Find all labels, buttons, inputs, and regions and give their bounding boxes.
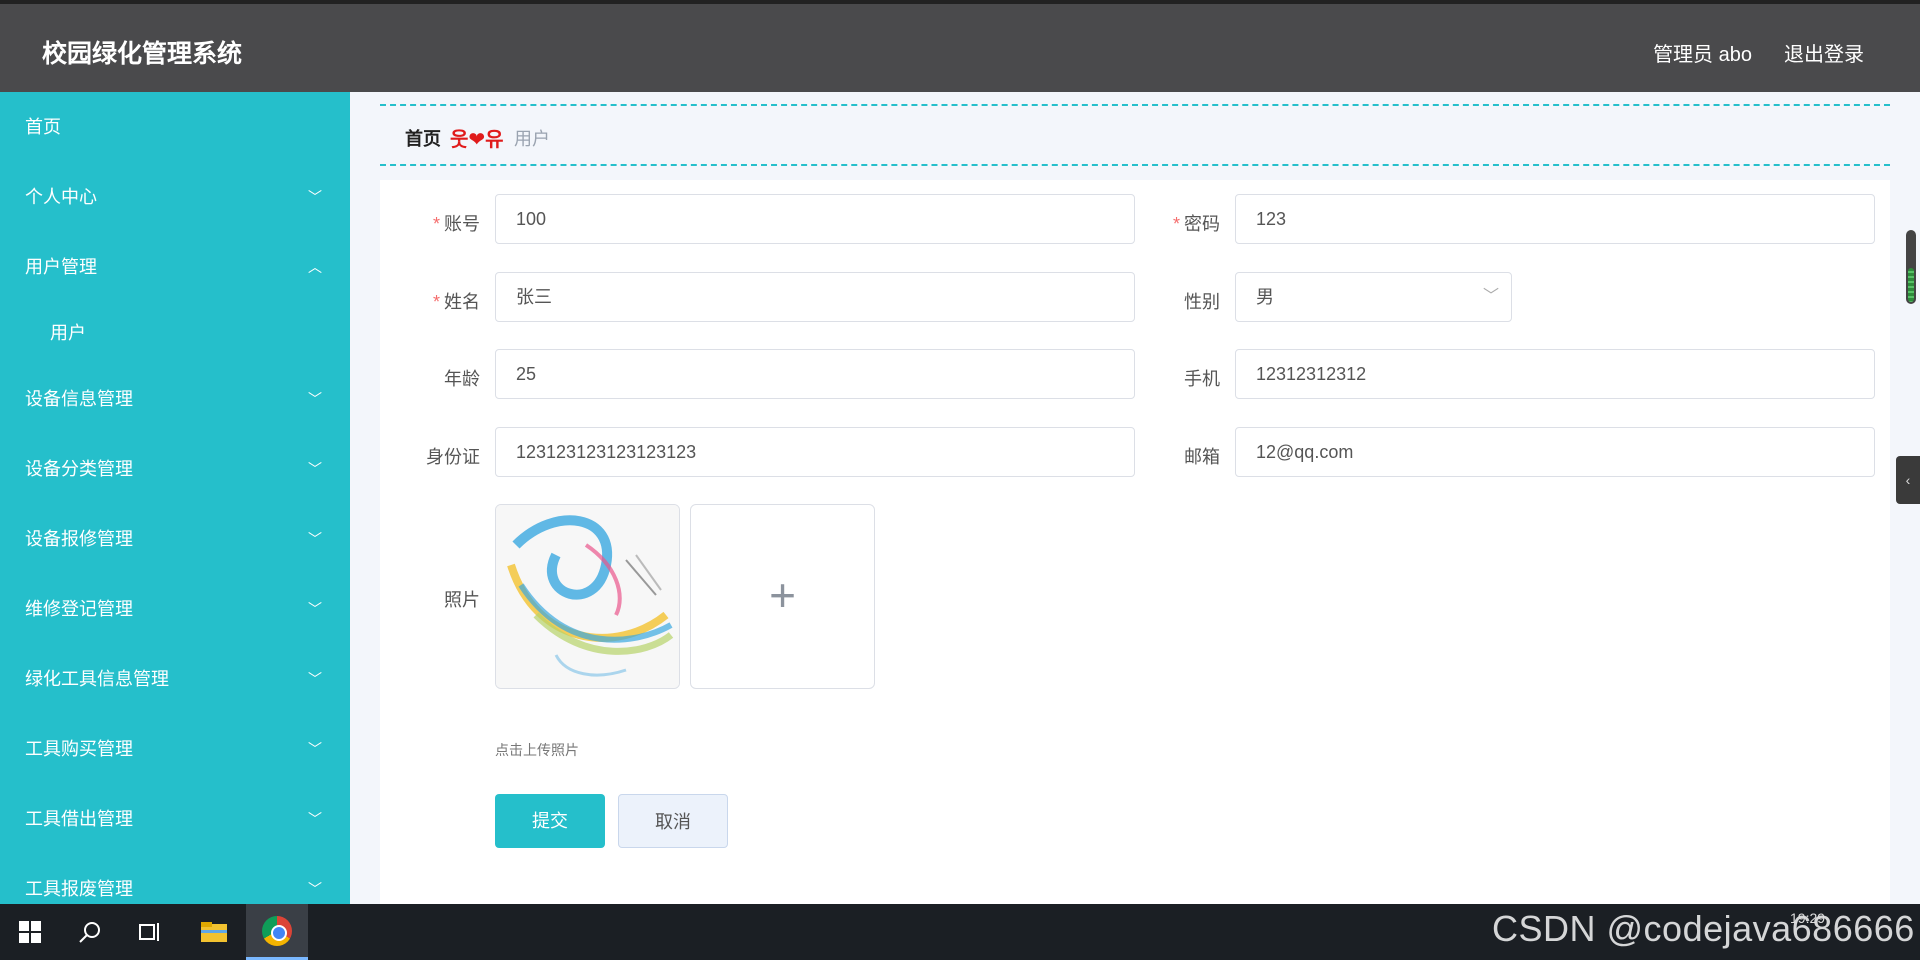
chevron-down-icon: ﹀ xyxy=(308,601,322,617)
name-label: * 姓名 xyxy=(432,292,480,312)
age-label: 年龄 xyxy=(444,369,480,389)
sidebar: 首页 个人中心 ﹀ 用户管理 ︿ 用户 设备信息管理 ﹀ 设备分类管理 ﹀ 设备… xyxy=(0,92,350,904)
chevron-down-icon: ﹀ xyxy=(308,741,322,757)
account-label: * 账号 xyxy=(432,214,480,234)
sidebar-item-label: 设备信息管理 xyxy=(25,389,133,409)
email-label: 邮箱 xyxy=(1184,447,1220,467)
account-field[interactable]: 100 xyxy=(495,194,1135,244)
chevron-up-icon: ︿ xyxy=(308,259,322,275)
sidebar-item-label: 工具购买管理 xyxy=(25,739,133,759)
scrollbar-thumb[interactable] xyxy=(1908,268,1914,302)
main-content: 首页 웃❤유 用户 * 账号 100 * 密码 123 * 姓名 张三 性别 男 ﹀ … xyxy=(380,92,1890,904)
app-frame: 校园绿化管理系统 管理员 abo 退出登录 首页 个人中心 ﹀ 用户管理 ︿ 用… xyxy=(0,0,1920,960)
app-title: 校园绿化管理系统 xyxy=(42,40,243,68)
email-field[interactable]: 12@qq.com xyxy=(1235,427,1875,477)
sidebar-item-label: 个人中心 xyxy=(25,187,97,207)
uploaded-photo-image xyxy=(496,505,679,688)
chevron-down-icon: ﹀ xyxy=(308,531,322,547)
chevron-down-icon: ﹀ xyxy=(308,671,322,687)
chevron-down-icon: ﹀ xyxy=(1482,288,1499,305)
chevron-down-icon: ﹀ xyxy=(308,461,322,477)
name-field[interactable]: 张三 xyxy=(495,272,1135,322)
cancel-button[interactable]: 取消 xyxy=(618,794,728,848)
windows-start-icon[interactable] xyxy=(10,912,50,952)
sidebar-item-label: 绿化工具信息管理 xyxy=(25,669,169,689)
chevron-down-icon: ﹀ xyxy=(308,391,322,407)
user-form: * 账号 100 * 密码 123 * 姓名 张三 性别 男 ﹀ 年龄 25 手机 1… xyxy=(380,180,1890,904)
breadcrumb-separator: 웃❤유 xyxy=(450,129,504,151)
sidebar-subitem-user[interactable]: 用户 xyxy=(0,302,350,364)
sidebar-item-label: 工具报废管理 xyxy=(25,879,133,899)
sidebar-item-label: 设备分类管理 xyxy=(25,459,133,479)
sidebar-item-label: 首页 xyxy=(25,117,61,137)
chevron-down-icon: ﹀ xyxy=(308,189,322,205)
sidebar-item-tool-purchase[interactable]: 工具购买管理 ﹀ xyxy=(0,714,350,784)
sidebar-item-repair-registration[interactable]: 维修登记管理 ﹀ xyxy=(0,574,350,644)
logout-button[interactable]: 退出登录 xyxy=(1784,38,1864,67)
gender-label: 性别 xyxy=(1184,292,1220,312)
sidebar-item-label: 工具借出管理 xyxy=(25,809,133,829)
plus-icon: + xyxy=(769,569,796,621)
top-header: 校园绿化管理系统 管理员 abo 退出登录 xyxy=(0,0,1920,92)
sidebar-item-personal-center[interactable]: 个人中心 ﹀ xyxy=(0,162,350,232)
sidebar-item-label: 维修登记管理 xyxy=(25,599,133,619)
breadcrumb-current: 用户 xyxy=(514,129,550,149)
system-clock: 19:29 xyxy=(1790,910,1826,926)
age-field[interactable]: 25 xyxy=(495,349,1135,399)
phone-field[interactable]: 12312312312 xyxy=(1235,349,1875,399)
collapse-panel-button[interactable]: ‹ xyxy=(1896,456,1920,504)
phone-label: 手机 xyxy=(1184,369,1220,389)
sidebar-item-tool-scrap[interactable]: 工具报废管理 ﹀ xyxy=(0,854,350,904)
photo-label: 照片 xyxy=(444,590,480,610)
required-mark: * xyxy=(432,214,440,234)
sidebar-item-tool-info[interactable]: 绿化工具信息管理 ﹀ xyxy=(0,644,350,714)
uploaded-photo[interactable] xyxy=(495,504,680,689)
sidebar-item-user-management[interactable]: 用户管理 ︿ xyxy=(0,232,350,302)
submit-button[interactable]: 提交 xyxy=(495,794,605,848)
breadcrumb: 首页 웃❤유 用户 xyxy=(380,104,1890,166)
photo-upload-button[interactable]: + xyxy=(690,504,875,689)
task-view-icon[interactable] xyxy=(130,912,170,952)
gender-selected-value: 男 xyxy=(1256,287,1274,307)
search-icon[interactable] xyxy=(70,912,110,952)
sidebar-item-device-repair[interactable]: 设备报修管理 ﹀ xyxy=(0,504,350,574)
password-label: * 密码 xyxy=(1172,214,1220,234)
gender-select[interactable]: 男 ﹀ xyxy=(1235,272,1512,322)
id-card-label: 身份证 xyxy=(426,447,480,467)
chevron-down-icon: ﹀ xyxy=(308,811,322,827)
chevron-down-icon: ﹀ xyxy=(308,881,322,897)
id-card-field[interactable]: 123123123123123123 xyxy=(495,427,1135,477)
photo-upload-hint: 点击上传照片 xyxy=(495,742,579,758)
sidebar-item-device-info[interactable]: 设备信息管理 ﹀ xyxy=(0,364,350,434)
required-mark: * xyxy=(1172,214,1180,234)
sidebar-item-device-category[interactable]: 设备分类管理 ﹀ xyxy=(0,434,350,504)
sidebar-item-home[interactable]: 首页 xyxy=(0,92,350,162)
current-user-label: 管理员 abo xyxy=(1653,44,1752,66)
required-mark: * xyxy=(432,292,440,312)
breadcrumb-home[interactable]: 首页 xyxy=(405,125,441,151)
sidebar-item-label: 用户管理 xyxy=(25,257,97,277)
chrome-icon[interactable] xyxy=(262,916,292,946)
file-explorer-icon[interactable] xyxy=(194,912,234,952)
sidebar-item-label: 设备报修管理 xyxy=(25,529,133,549)
sidebar-item-tool-lending[interactable]: 工具借出管理 ﹀ xyxy=(0,784,350,854)
csdn-watermark: CSDN @codejava686666 xyxy=(1492,908,1915,949)
password-field[interactable]: 123 xyxy=(1235,194,1875,244)
